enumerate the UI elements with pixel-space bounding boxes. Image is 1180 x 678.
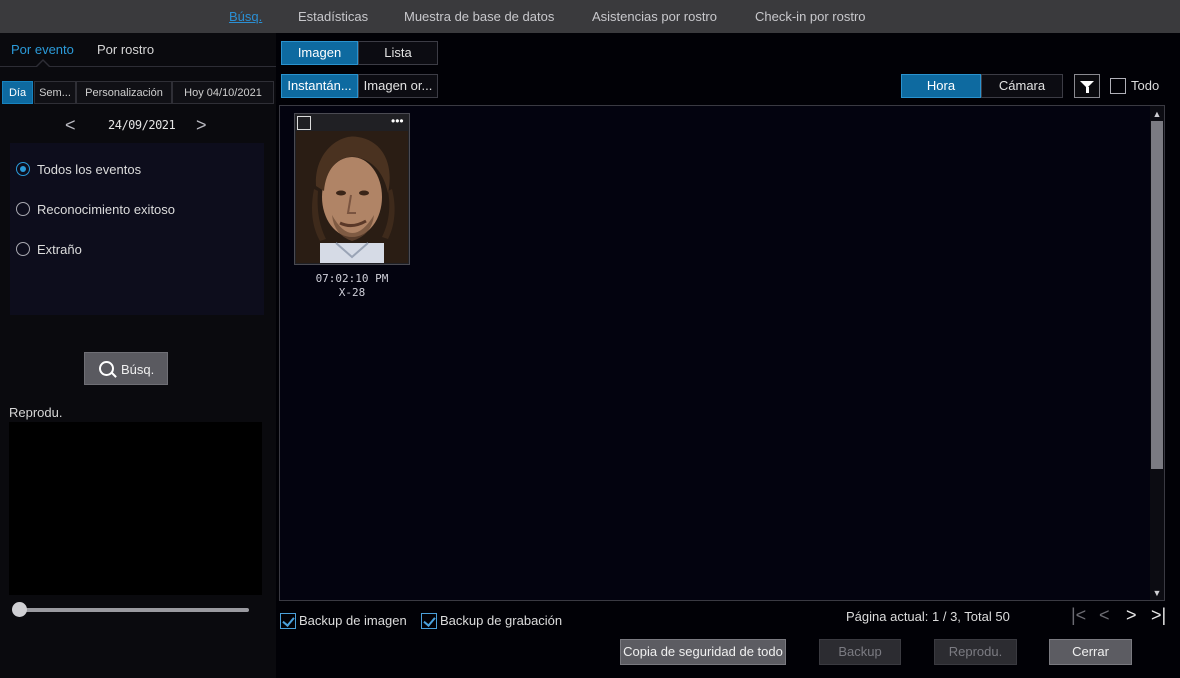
play-button[interactable]: Reprodu. [934, 639, 1017, 665]
next-page-icon[interactable]: > [1126, 605, 1137, 626]
radio-success-recognition[interactable] [16, 202, 30, 216]
result-camera: X-28 [338, 286, 366, 299]
tab-original-image[interactable]: Imagen or... [358, 74, 438, 98]
next-date-button[interactable]: > [196, 115, 207, 136]
result-thumbnail[interactable]: ••• [294, 113, 410, 265]
scroll-up-icon[interactable]: ▲ [1151, 108, 1163, 120]
sort-by-camera[interactable]: Cámara [981, 74, 1063, 98]
top-menu-bar [0, 0, 1180, 33]
face-portrait [296, 131, 408, 263]
results-grid [279, 105, 1165, 601]
close-button[interactable]: Cerrar [1049, 639, 1132, 665]
prev-page-icon[interactable]: < [1099, 605, 1110, 626]
nav-face-attendance[interactable]: Asistencias por rostro [592, 9, 717, 24]
scrollbar-thumb[interactable] [1151, 121, 1163, 469]
playback-window [9, 422, 262, 595]
playback-slider-track[interactable] [16, 608, 249, 612]
backup-recording-checkbox[interactable] [421, 613, 437, 629]
tab-indicator-inner [37, 61, 49, 67]
nav-search[interactable]: Búsq. [229, 9, 262, 24]
label-success-recognition: Reconocimiento exitoso [37, 202, 176, 217]
scroll-down-icon[interactable]: ▼ [1151, 587, 1163, 599]
period-week[interactable]: Sem... [34, 81, 76, 104]
select-all-label: Todo [1131, 78, 1160, 93]
more-options-icon[interactable]: ••• [391, 114, 404, 128]
search-icon [99, 361, 114, 376]
tab-by-face[interactable]: Por rostro [97, 42, 154, 57]
select-all-checkbox[interactable] [1110, 78, 1126, 94]
filter-icon[interactable] [1074, 74, 1100, 98]
last-page-icon[interactable]: >| [1151, 605, 1166, 626]
page-info: Página actual: 1 / 3, Total 50 [846, 609, 1010, 624]
prev-date-button[interactable]: < [65, 115, 76, 136]
nav-statistics[interactable]: Estadísticas [298, 9, 368, 24]
face-snapshot-image [296, 131, 408, 263]
playback-slider-handle[interactable] [12, 602, 27, 617]
nav-database-sample[interactable]: Muestra de base de datos [404, 9, 554, 24]
period-day[interactable]: Día [2, 81, 33, 104]
first-page-icon[interactable]: |< [1071, 605, 1086, 626]
backup-image-checkbox[interactable] [280, 613, 296, 629]
backup-recording-label: Backup de grabación [440, 613, 563, 628]
tab-by-event[interactable]: Por evento [11, 42, 74, 57]
nav-face-checkin[interactable]: Check-in por rostro [755, 9, 866, 24]
result-time: 07:02:10 PM [315, 272, 389, 285]
label-all-events: Todos los eventos [37, 162, 142, 177]
sort-by-time[interactable]: Hora [901, 74, 981, 98]
tab-image[interactable]: Imagen [281, 41, 358, 65]
search-button-label: Búsq. [121, 362, 155, 377]
playback-label: Reprodu. [9, 405, 63, 420]
period-custom[interactable]: Personalización [76, 81, 172, 104]
search-button[interactable]: Búsq. [84, 352, 168, 385]
tab-list[interactable]: Lista [358, 41, 438, 65]
radio-stranger[interactable] [16, 242, 30, 256]
backup-button[interactable]: Backup [819, 639, 901, 665]
backup-image-label: Backup de imagen [299, 613, 407, 628]
label-stranger: Extraño [37, 242, 82, 257]
radio-all-events[interactable] [16, 162, 30, 176]
thumbnail-checkbox[interactable] [297, 116, 311, 130]
period-today[interactable]: Hoy 04/10/2021 [172, 81, 274, 104]
tab-snapshot[interactable]: Instantán... [281, 74, 358, 98]
current-date: 24/09/2021 [108, 118, 176, 132]
backup-all-button[interactable]: Copia de seguridad de todo [620, 639, 786, 665]
